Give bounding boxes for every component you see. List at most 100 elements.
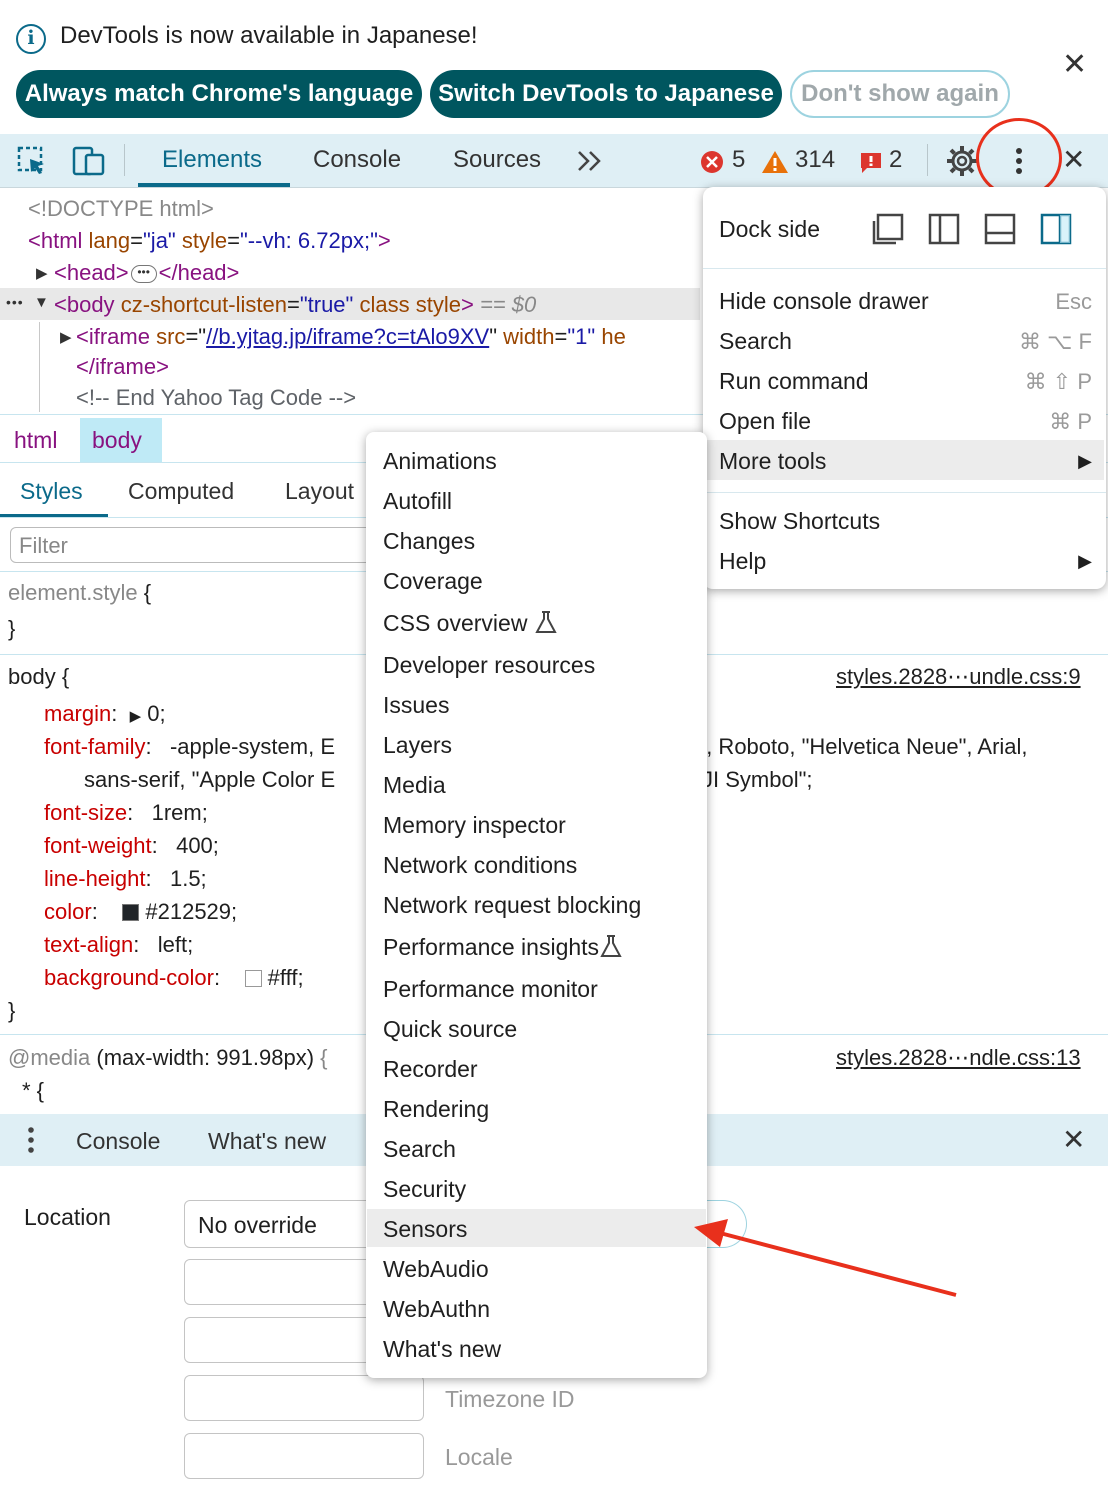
media-rule[interactable]: @media (max-width: 991.98px) { [8, 1045, 328, 1071]
device-toolbar-icon[interactable] [72, 145, 106, 183]
element-style-close: } [8, 616, 16, 641]
tool-css-overview[interactable]: CSS overview [383, 610, 558, 637]
expand-head-arrow-icon[interactable]: ▶ [36, 264, 48, 282]
prop-background-color[interactable]: background-color: #fff; [44, 965, 304, 991]
tool-media[interactable]: Media [383, 772, 446, 799]
media-rule-source-link[interactable]: styles.2828⋯ndle.css:13 [836, 1045, 1081, 1071]
tool-performance-insights[interactable]: Performance insights [383, 934, 623, 961]
inspect-element-icon[interactable] [16, 145, 48, 183]
menu-show-shortcuts[interactable]: Show Shortcuts [719, 508, 880, 535]
iframe-src-link[interactable]: //b.yjtag.jp/iframe?c=tAlo9XV [206, 324, 489, 349]
error-count[interactable]: 5 [732, 146, 745, 174]
always-match-language-button[interactable]: Always match Chrome's language [16, 70, 422, 118]
dom-body-node[interactable]: <body cz-shortcut-listen="true" class st… [54, 292, 536, 318]
tool-webaudio[interactable]: WebAudio [383, 1256, 489, 1283]
tool-network-conditions[interactable]: Network conditions [383, 852, 577, 879]
body-rule-selector[interactable]: body { [8, 664, 69, 690]
error-icon[interactable] [700, 150, 724, 180]
bg-color-swatch-icon[interactable] [244, 970, 262, 987]
menu-hide-console-drawer[interactable]: Hide console drawer [719, 288, 929, 315]
warning-icon[interactable] [761, 149, 789, 181]
ellipsis-badge-icon[interactable]: ••• [130, 265, 157, 284]
drawer-tab-console[interactable]: Console [76, 1128, 160, 1155]
dock-left-icon[interactable] [928, 213, 960, 251]
prop-font-family[interactable]: font-family: -apple-system, E [44, 734, 335, 760]
prop-color[interactable]: color: #212529; [44, 899, 237, 925]
dom-iframe-node[interactable]: <iframe src="//b.yjtag.jp/iframe?c=tAlo9… [76, 324, 626, 350]
color-swatch-icon[interactable] [122, 904, 140, 921]
prop-font-size[interactable]: font-size: 1rem; [44, 800, 208, 826]
dock-right-icon[interactable] [1040, 213, 1072, 251]
breadcrumb-html[interactable]: html [14, 427, 57, 454]
tool-search[interactable]: Search [383, 1136, 456, 1163]
row-actions-ellipsis-icon[interactable]: ••• [6, 294, 24, 310]
locale-input[interactable] [184, 1433, 424, 1479]
more-tabs-icon[interactable] [576, 148, 604, 180]
close-infobar-icon[interactable]: ✕ [1062, 50, 1087, 80]
tool-animations[interactable]: Animations [383, 448, 497, 475]
expand-margin-arrow-icon[interactable]: ▶ [130, 708, 142, 725]
warning-count[interactable]: 314 [795, 146, 835, 174]
prop-margin[interactable]: margin: ▶ 0; [44, 701, 166, 727]
dom-html-node[interactable]: <html lang="ja" style="--vh: 6.72px;"> [28, 228, 391, 254]
menu-open-file[interactable]: Open file [719, 408, 811, 435]
drawer-menu-kebab-icon[interactable] [24, 1126, 38, 1160]
tool-security[interactable]: Security [383, 1176, 466, 1203]
close-devtools-icon[interactable]: ✕ [1062, 145, 1085, 175]
prop-value: 0; [147, 701, 166, 726]
collapse-body-arrow-icon[interactable]: ▼ [34, 294, 49, 311]
tool-network-request-blocking[interactable]: Network request blocking [383, 892, 641, 919]
tool-recorder[interactable]: Recorder [383, 1056, 478, 1083]
tool-sensors[interactable]: Sensors [383, 1216, 467, 1243]
drawer-tab-whats-new[interactable]: What's new [208, 1128, 326, 1155]
prop-name: font-family [44, 734, 146, 759]
prop-font-weight[interactable]: font-weight: 400; [44, 833, 219, 859]
tool-performance-monitor[interactable]: Performance monitor [383, 976, 598, 1003]
issues-icon[interactable] [859, 151, 883, 181]
expand-iframe-arrow-icon[interactable]: ▶ [60, 328, 72, 346]
dom-head-node[interactable]: <head> ••• </head> [54, 260, 239, 286]
tree-guide-line [39, 322, 40, 412]
close-drawer-icon[interactable]: ✕ [1062, 1125, 1085, 1155]
tool-whats-new[interactable]: What's new [383, 1336, 501, 1363]
prop-text-align[interactable]: text-align: left; [44, 932, 193, 958]
body-rule-source-link[interactable]: styles.2828⋯undle.css:9 [836, 664, 1081, 690]
tool-quick-source[interactable]: Quick source [383, 1016, 517, 1043]
menu-more-tools[interactable]: More tools [719, 448, 826, 475]
dom-doctype[interactable]: <!DOCTYPE html> [28, 196, 214, 222]
html-tag: <html [28, 228, 83, 253]
tab-elements[interactable]: Elements [162, 146, 262, 174]
tab-sources[interactable]: Sources [453, 146, 541, 174]
menu-help[interactable]: Help [719, 548, 766, 575]
prop-value: 1rem; [151, 800, 208, 825]
prop-name: background-color [44, 965, 214, 990]
tool-coverage[interactable]: Coverage [383, 568, 483, 595]
dom-iframe-close[interactable]: </iframe> [76, 354, 169, 380]
element-style-rule[interactable]: element.style { [8, 580, 151, 606]
breadcrumb-body[interactable]: body [92, 427, 142, 454]
tab-computed[interactable]: Computed [128, 478, 234, 505]
tab-layout[interactable]: Layout [285, 478, 354, 505]
dom-comment[interactable]: <!-- End Yahoo Tag Code --> [76, 385, 356, 411]
tool-memory-inspector[interactable]: Memory inspector [383, 812, 566, 839]
tool-developer-resources[interactable]: Developer resources [383, 652, 595, 679]
tool-issues[interactable]: Issues [383, 692, 449, 719]
tab-styles[interactable]: Styles [20, 478, 83, 505]
settings-gear-icon[interactable] [946, 145, 978, 183]
tool-autofill[interactable]: Autofill [383, 488, 452, 515]
timezone-input[interactable] [184, 1375, 424, 1421]
prop-line-height[interactable]: line-height: 1.5; [44, 866, 207, 892]
dont-show-again-button[interactable]: Don't show again [790, 70, 1010, 118]
tool-changes[interactable]: Changes [383, 528, 475, 555]
issues-count[interactable]: 2 [889, 146, 902, 174]
menu-run-command[interactable]: Run command [719, 368, 869, 395]
tool-layers[interactable]: Layers [383, 732, 452, 759]
switch-to-japanese-button[interactable]: Switch DevTools to Japanese [430, 70, 782, 118]
tab-console[interactable]: Console [313, 146, 401, 174]
prop-value: left; [157, 932, 194, 957]
menu-search[interactable]: Search [719, 328, 792, 355]
undock-icon[interactable] [872, 213, 904, 251]
tool-rendering[interactable]: Rendering [383, 1096, 489, 1123]
dock-bottom-icon[interactable] [984, 213, 1016, 251]
tool-webauthn[interactable]: WebAuthn [383, 1296, 490, 1323]
